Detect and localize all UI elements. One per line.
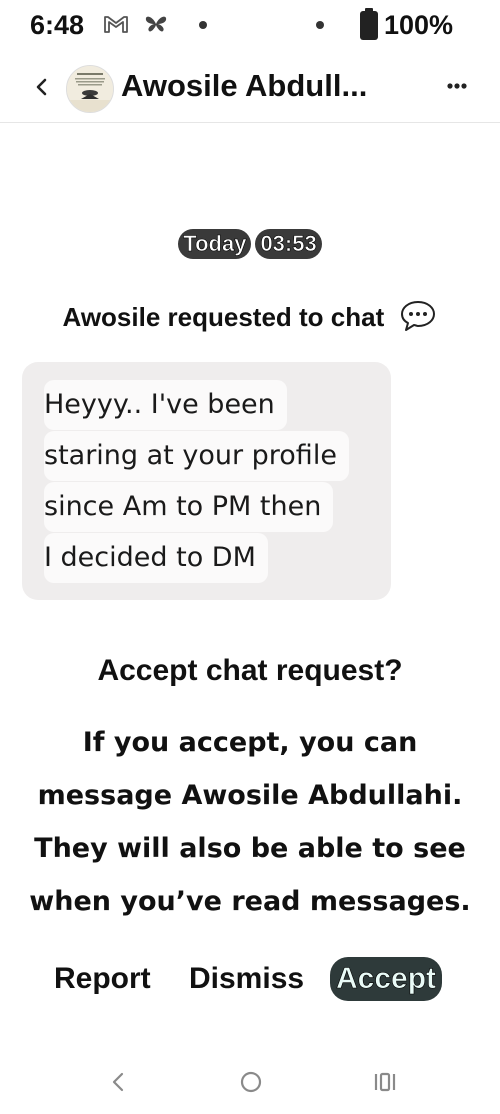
description-line: message Awosile Abdullahi. (37, 780, 463, 811)
date-label: Today (178, 229, 252, 259)
contact-name[interactable]: Awosile Abdull... (121, 66, 421, 106)
notification-dot (199, 21, 207, 29)
message-line: since Am to PM then (44, 482, 334, 532)
report-button[interactable]: Report (54, 957, 151, 1001)
message-line: Heyyy.. I've been (44, 380, 287, 430)
nav-home-icon[interactable] (236, 1068, 266, 1096)
dismiss-button[interactable]: Dismiss (189, 957, 304, 1001)
time-label: 03:53 (255, 229, 322, 259)
battery-icon (360, 8, 378, 40)
more-horizontal-icon[interactable] (440, 76, 474, 96)
status-time: 6:48 (30, 10, 85, 40)
battery-percent: 100% (384, 10, 454, 40)
butterfly-icon (145, 16, 167, 32)
gmail-icon (104, 16, 128, 33)
description-line: They will also be able to see (34, 833, 466, 864)
description-line: when you’ve read messages. (29, 886, 471, 917)
avatar[interactable] (66, 65, 114, 113)
nav-recents-icon[interactable] (370, 1068, 400, 1096)
date-separator: Today 03:53 (0, 229, 500, 263)
accept-request-description: If you accept, you can message Awosile A… (0, 716, 500, 928)
nav-back-icon[interactable] (104, 1068, 134, 1096)
notification-dot (316, 21, 324, 29)
chat-request-notice: Awosile requested to chat (0, 297, 500, 337)
description-line: If you accept, you can (82, 727, 418, 758)
chevron-left-icon[interactable] (30, 72, 54, 102)
accept-request-title: Accept chat request? (97, 654, 403, 687)
system-navigation-bar (0, 1056, 500, 1108)
message-line: staring at your profile (44, 431, 349, 481)
chat-bubble-icon (401, 301, 436, 332)
status-bar: 6:48 100% (0, 0, 500, 50)
chat-request-text: Awosile requested to chat (62, 302, 385, 332)
message-line: I decided to DM (44, 533, 268, 583)
accept-button[interactable]: Accept (330, 957, 443, 1001)
chat-header: Awosile Abdull... (0, 52, 500, 123)
request-actions: Report Dismiss Accept (0, 957, 500, 1003)
avatar-image (67, 66, 113, 112)
